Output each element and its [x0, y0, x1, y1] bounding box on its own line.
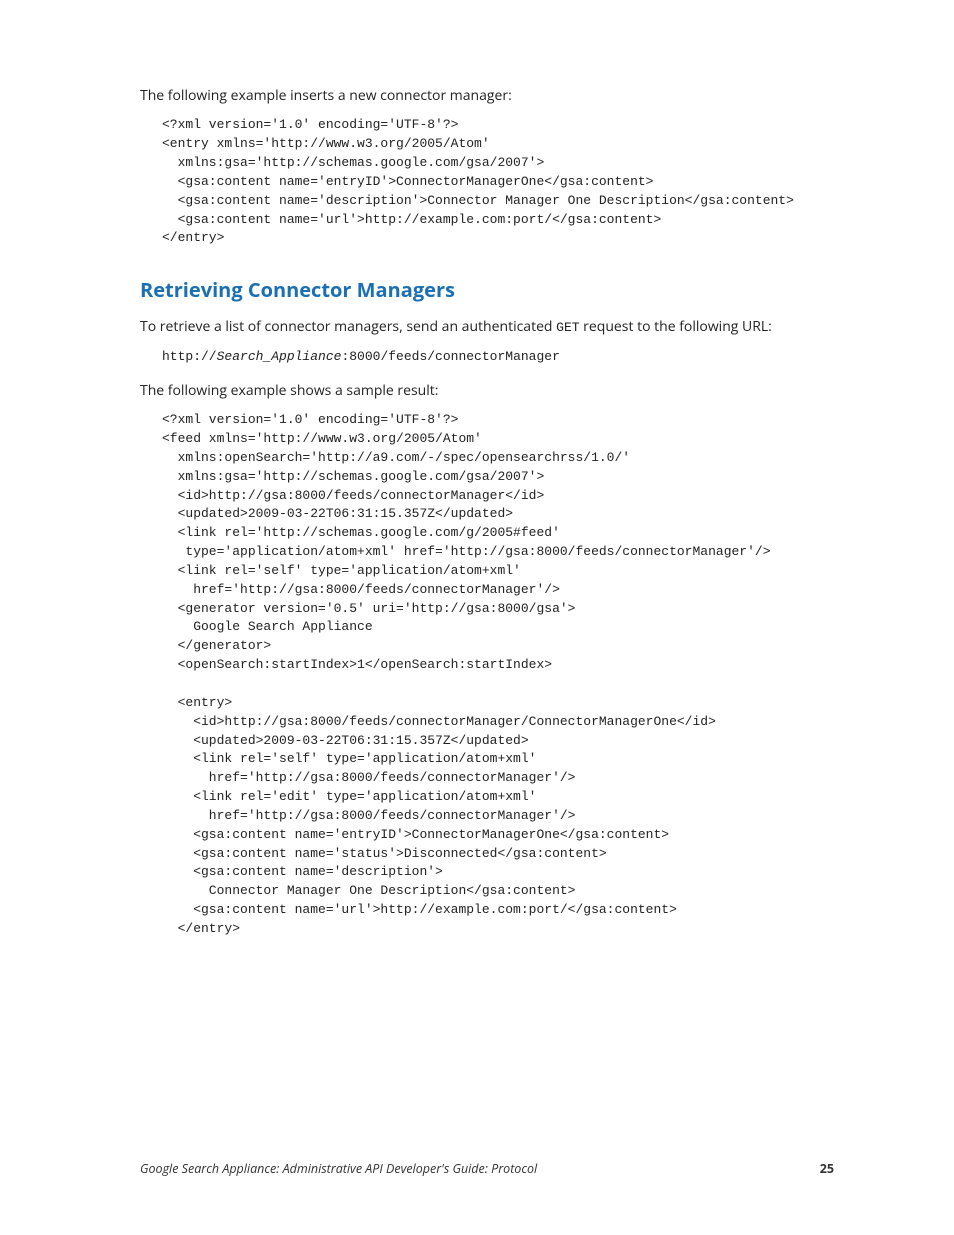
- intro-paragraph: The following example inserts a new conn…: [140, 86, 834, 106]
- page-number: 25: [820, 1160, 834, 1177]
- page-footer: Google Search Appliance: Administrative …: [140, 1160, 834, 1177]
- page-container: The following example inserts a new conn…: [0, 0, 954, 1235]
- section-heading-retrieving: Retrieving Connector Managers: [140, 276, 834, 303]
- sample-paragraph: The following example shows a sample res…: [140, 381, 834, 401]
- code-insert-connector: <?xml version='1.0' encoding='UTF-8'?> <…: [162, 116, 834, 248]
- code-url-post: :8000/feeds/connectorManager: [341, 349, 559, 364]
- code-sample-result: <?xml version='1.0' encoding='UTF-8'?> <…: [162, 411, 834, 939]
- retrieve-paragraph: To retrieve a list of connector managers…: [140, 317, 834, 338]
- code-url-host: Search_Appliance: [217, 349, 342, 364]
- code-url: http://Search_Appliance:8000/feeds/conne…: [162, 348, 834, 367]
- code-url-pre: http://: [162, 349, 217, 364]
- retrieve-para-post: request to the following URL:: [580, 317, 772, 336]
- retrieve-para-pre: To retrieve a list of connector managers…: [140, 317, 556, 336]
- footer-title: Google Search Appliance: Administrative …: [140, 1160, 537, 1177]
- inline-code-get: GET: [556, 320, 579, 335]
